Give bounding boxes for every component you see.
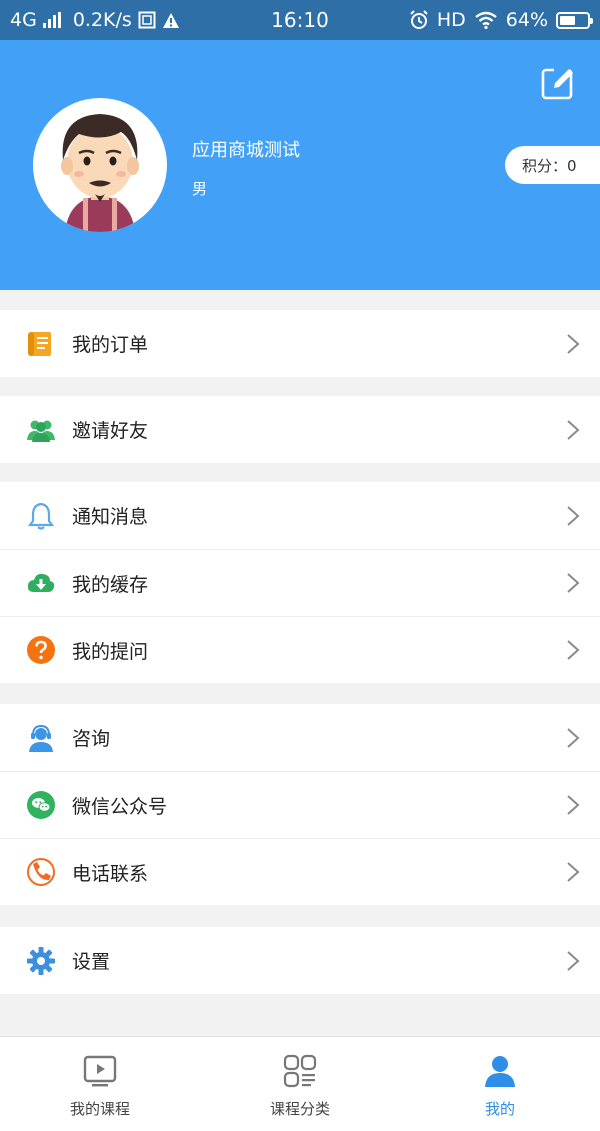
menu-item-orders[interactable]: 我的订单 bbox=[0, 310, 600, 377]
menu-group-activity: 通知消息 我的缓存 我的提问 bbox=[0, 482, 600, 683]
menu-item-label: 设置 bbox=[72, 951, 111, 973]
bell-icon bbox=[27, 502, 55, 530]
menu-item-label: 电话联系 bbox=[72, 862, 149, 885]
edit-icon[interactable] bbox=[540, 65, 576, 101]
tab-mine[interactable]: 我的 bbox=[400, 1037, 600, 1131]
tab-label: 我的 bbox=[484, 1100, 515, 1118]
points-badge[interactable]: 积分：0 bbox=[505, 146, 600, 184]
menu-item-label: 咨询 bbox=[72, 728, 111, 750]
menu-item-consult[interactable]: 咨询 bbox=[0, 704, 600, 771]
menu-item-notifications[interactable]: 通知消息 bbox=[0, 482, 600, 549]
clock: 16:10 bbox=[271, 8, 329, 32]
chevron-right-icon bbox=[567, 419, 580, 440]
network-label: 4G bbox=[10, 9, 37, 31]
menu-item-settings[interactable]: 设置 bbox=[0, 927, 600, 994]
chevron-right-icon bbox=[567, 862, 580, 882]
wechat-icon bbox=[27, 791, 55, 819]
gender-label: 男 bbox=[192, 180, 208, 198]
friends-icon bbox=[27, 420, 55, 442]
menu-item-label: 我的缓存 bbox=[72, 573, 149, 596]
network-speed: 0.2K/s bbox=[72, 9, 132, 31]
alarm-icon bbox=[410, 10, 428, 29]
username: 应用商城测试 bbox=[192, 140, 300, 161]
cloud-download-icon bbox=[27, 573, 55, 592]
order-scroll-icon bbox=[28, 331, 51, 356]
gear-icon bbox=[27, 946, 55, 975]
chevron-right-icon bbox=[567, 573, 580, 593]
tab-label: 课程分类 bbox=[269, 1100, 330, 1118]
headset-user-icon bbox=[29, 724, 53, 752]
menu-item-invite[interactable]: 邀请好友 bbox=[0, 396, 600, 463]
chevron-right-icon bbox=[567, 795, 580, 815]
play-screen-icon bbox=[83, 1055, 117, 1087]
chevron-right-icon bbox=[567, 505, 580, 526]
menu-item-phone[interactable]: 电话联系 bbox=[0, 838, 600, 905]
avatar[interactable] bbox=[33, 98, 167, 232]
signal-icon bbox=[42, 12, 61, 28]
battery-icon bbox=[556, 11, 593, 29]
chevron-right-icon bbox=[567, 640, 580, 660]
menu-group-settings: 设置 bbox=[0, 927, 600, 994]
bottom-tab-bar: 我的课程 课程分类 我的 bbox=[0, 1036, 600, 1131]
user-icon bbox=[485, 1056, 515, 1087]
menu-group-invite: 邀请好友 bbox=[0, 396, 600, 463]
menu-item-label: 邀请好友 bbox=[72, 420, 149, 442]
menu-item-label: 我的订单 bbox=[72, 334, 149, 356]
chevron-right-icon bbox=[567, 727, 580, 748]
wifi-icon bbox=[475, 11, 497, 29]
menu-item-label: 我的提问 bbox=[72, 640, 149, 663]
menu-item-wechat[interactable]: 微信公众号 bbox=[0, 771, 600, 838]
tab-course-categories[interactable]: 课程分类 bbox=[200, 1037, 400, 1131]
menu-group-contact: 咨询 微信公众号 电话联系 bbox=[0, 704, 600, 905]
menu-item-cache[interactable]: 我的缓存 bbox=[0, 549, 600, 616]
menu-item-label: 通知消息 bbox=[72, 506, 149, 528]
chevron-right-icon bbox=[567, 333, 580, 354]
menu-group-orders: 我的订单 bbox=[0, 310, 600, 377]
menu-item-questions[interactable]: 我的提问 bbox=[0, 616, 600, 683]
tab-my-courses[interactable]: 我的课程 bbox=[0, 1037, 200, 1131]
menu-item-label: 微信公众号 bbox=[72, 795, 168, 818]
tab-label: 我的课程 bbox=[69, 1100, 130, 1118]
chevron-right-icon bbox=[567, 950, 580, 971]
battery-percent: 64% bbox=[505, 9, 548, 31]
warning-icon bbox=[162, 12, 179, 28]
hd-label: HD bbox=[436, 9, 466, 31]
sim-icon bbox=[138, 11, 156, 29]
question-icon bbox=[27, 636, 55, 664]
category-grid-icon bbox=[283, 1054, 317, 1088]
phone-icon bbox=[27, 858, 55, 886]
status-bar: 4G 0.2K/s 16:10 HD 64% bbox=[0, 0, 600, 40]
profile-header: 应用商城测试 男 积分：0 bbox=[0, 40, 600, 290]
